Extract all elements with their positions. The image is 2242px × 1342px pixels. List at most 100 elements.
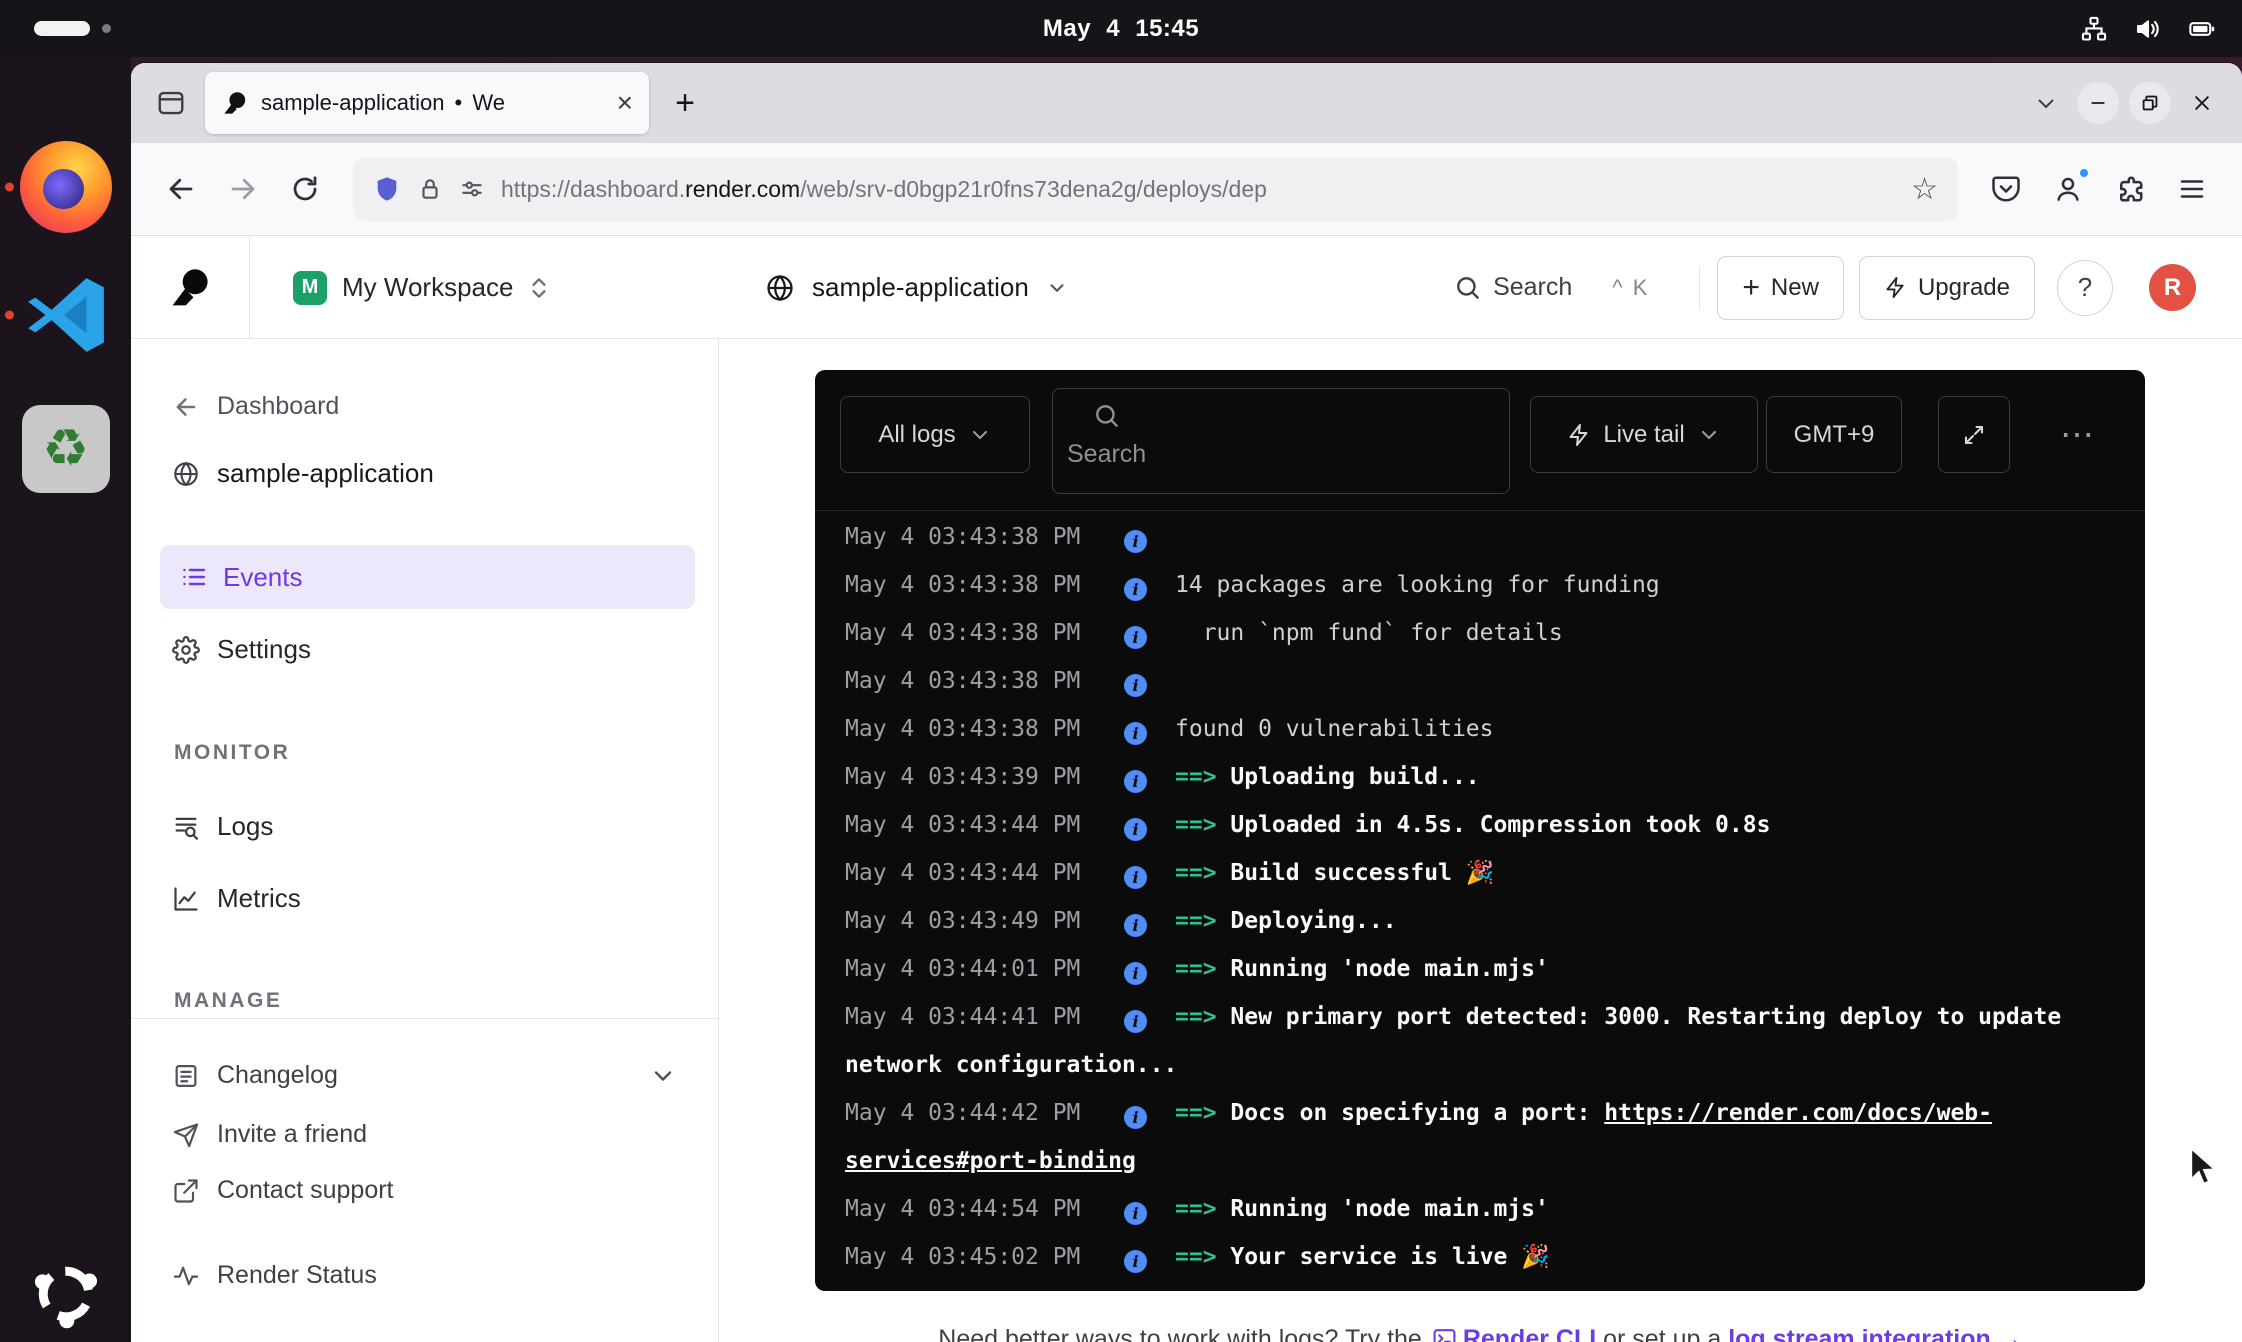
workspace-pill-active[interactable] — [34, 21, 90, 36]
render-cli-link[interactable]: Render CLI — [1463, 1325, 1596, 1342]
new-tab-button[interactable]: + — [661, 79, 709, 127]
help-button[interactable]: ? — [2057, 260, 2113, 316]
back-icon[interactable] — [153, 161, 209, 217]
log-filter-dropdown[interactable]: All logs — [840, 396, 1030, 473]
log-search-input[interactable]: Search — [1052, 388, 1510, 494]
firefox-dock-icon[interactable] — [0, 141, 131, 233]
sidebar-item-logs[interactable]: Logs — [172, 811, 273, 842]
window-restore-button[interactable] — [2124, 77, 2176, 129]
log-arrow-prefix: ==> — [1175, 1004, 1230, 1030]
chevron-down-icon[interactable] — [649, 1062, 677, 1090]
metrics-label: Metrics — [217, 883, 301, 914]
log-info-icon: i — [1124, 578, 1147, 601]
account-icon[interactable] — [2040, 161, 2096, 217]
sidebar-item-metrics[interactable]: Metrics — [172, 883, 301, 914]
log-arrow-prefix: ==> — [1175, 1100, 1230, 1126]
sidebar-item-contact-support[interactable]: Contact support — [172, 1176, 394, 1205]
log-row: May 4 03:43:49 PMi==> Deploying... — [845, 897, 2115, 945]
list-tabs-icon[interactable] — [2020, 77, 2072, 129]
reload-icon[interactable] — [277, 161, 333, 217]
log-row: May 4 03:43:44 PMi==> Uploaded in 4.5s. … — [845, 801, 2115, 849]
user-avatar[interactable]: R — [2149, 264, 2196, 311]
log-info-icon: i — [1124, 1202, 1147, 1225]
sidebar-item-invite[interactable]: Invite a friend — [172, 1120, 367, 1149]
tracking-shield-icon[interactable] — [373, 175, 401, 203]
search-label: Search — [1493, 273, 1572, 302]
search-icon — [1454, 274, 1481, 301]
url-domain: render.com — [685, 176, 800, 202]
log-info-icon: i — [1124, 962, 1147, 985]
log-row: May 4 03:43:39 PMi==> Uploading build... — [845, 753, 2115, 801]
workspace-selector[interactable]: M My Workspace — [293, 236, 550, 339]
search-shortcut: ^ K — [1612, 275, 1649, 301]
lock-icon[interactable] — [417, 176, 443, 202]
software-updater-dock-icon[interactable]: ♻ — [0, 405, 131, 493]
upgrade-button[interactable]: Upgrade — [1859, 256, 2035, 320]
active-tab[interactable]: sample-application • We × — [205, 72, 649, 134]
log-timestamp: May 4 03:43:44 PM — [845, 849, 1083, 897]
log-row: May 4 03:43:38 PMi — [845, 513, 2115, 561]
log-stream-link[interactable]: log stream integration → — [1728, 1325, 2022, 1342]
bookmark-star-icon[interactable]: ☆ — [1911, 172, 1938, 207]
expand-logs-button[interactable] — [1938, 396, 2010, 473]
log-info-icon: i — [1124, 770, 1147, 793]
log-panel-more-menu[interactable]: ⋯ — [2060, 396, 2097, 473]
window-minimize-button[interactable] — [2072, 77, 2124, 129]
log-timestamp: May 4 03:45:02 PM — [845, 1233, 1083, 1281]
log-timestamp: May 4 03:43:38 PM — [845, 705, 1083, 753]
log-row: May 4 03:44:41 PMi==> New primary port d… — [845, 993, 2115, 1089]
network-icon[interactable] — [2080, 15, 2108, 43]
system-top-bar: May 4 15:45 — [0, 0, 2242, 57]
sidebar-service-name[interactable]: sample-application — [172, 458, 434, 489]
volume-icon[interactable] — [2134, 15, 2162, 43]
battery-icon[interactable] — [2188, 15, 2216, 43]
menu-hamburger-icon[interactable] — [2164, 161, 2220, 217]
sidebar-item-render-status[interactable]: Render Status — [172, 1261, 377, 1290]
log-arrow-prefix: ==> — [1175, 1244, 1230, 1270]
settings-label: Settings — [217, 634, 311, 665]
log-arrow-prefix: ==> — [1175, 956, 1230, 982]
log-message: ==> Your service is live 🎉 — [1175, 1244, 1550, 1270]
tab-title: sample-application • We — [261, 90, 604, 116]
logs-panel: All logs Search — [815, 370, 2145, 1291]
contact-label: Contact support — [217, 1176, 394, 1205]
firefox-view-icon[interactable] — [145, 77, 197, 129]
extensions-icon[interactable] — [2102, 161, 2158, 217]
tab-close-icon[interactable]: × — [617, 89, 633, 117]
log-message: 14 packages are looking for funding — [1175, 572, 1660, 598]
workspace-dot[interactable] — [102, 24, 111, 33]
chevron-down-icon — [1046, 277, 1068, 299]
global-search[interactable]: Search ^ K — [1454, 273, 1649, 302]
sidebar-item-changelog[interactable]: Changelog — [172, 1061, 677, 1090]
ubuntu-dock-icon[interactable] — [0, 1255, 131, 1333]
workspace-indicator[interactable] — [34, 0, 111, 57]
sidebar-item-settings[interactable]: Settings — [172, 634, 311, 665]
log-filter-label: All logs — [878, 421, 955, 449]
sidebar-item-events[interactable]: Events — [160, 545, 695, 609]
log-timestamp: May 4 03:44:01 PM — [845, 945, 1083, 993]
log-row: May 4 03:44:54 PMi==> Running 'node main… — [845, 1185, 2115, 1233]
sidebar-back-dashboard[interactable]: Dashboard — [172, 392, 339, 421]
window-close-button[interactable] — [2176, 77, 2228, 129]
forward-icon[interactable] — [215, 161, 271, 217]
url-bar[interactable]: https://dashboard.render.com/web/srv-d0b… — [353, 157, 1958, 221]
pocket-icon[interactable] — [1978, 161, 2034, 217]
vscode-icon — [23, 272, 109, 358]
tab-bar: sample-application • We × + — [131, 63, 2242, 143]
new-button[interactable]: + New — [1717, 256, 1844, 320]
log-arrow-prefix: ==> — [1175, 1196, 1230, 1222]
log-row: May 4 03:44:01 PMi==> Running 'node main… — [845, 945, 2115, 993]
render-logo[interactable] — [131, 236, 250, 339]
workspace-name: My Workspace — [342, 272, 513, 303]
log-info-icon: i — [1124, 1106, 1147, 1129]
live-tail-dropdown[interactable]: Live tail — [1530, 396, 1758, 473]
vscode-dock-icon[interactable] — [0, 272, 131, 358]
service-selector[interactable]: sample-application — [765, 236, 1068, 339]
note-prefix: Need better ways to work with logs? Try … — [938, 1325, 1422, 1342]
permissions-icon[interactable] — [459, 176, 485, 202]
events-label: Events — [223, 562, 303, 593]
globe-icon — [765, 273, 795, 303]
url-text[interactable]: https://dashboard.render.com/web/srv-d0b… — [501, 176, 1895, 203]
timezone-button[interactable]: GMT+9 — [1766, 396, 1902, 473]
system-clock[interactable]: May 4 15:45 — [1043, 15, 1199, 43]
